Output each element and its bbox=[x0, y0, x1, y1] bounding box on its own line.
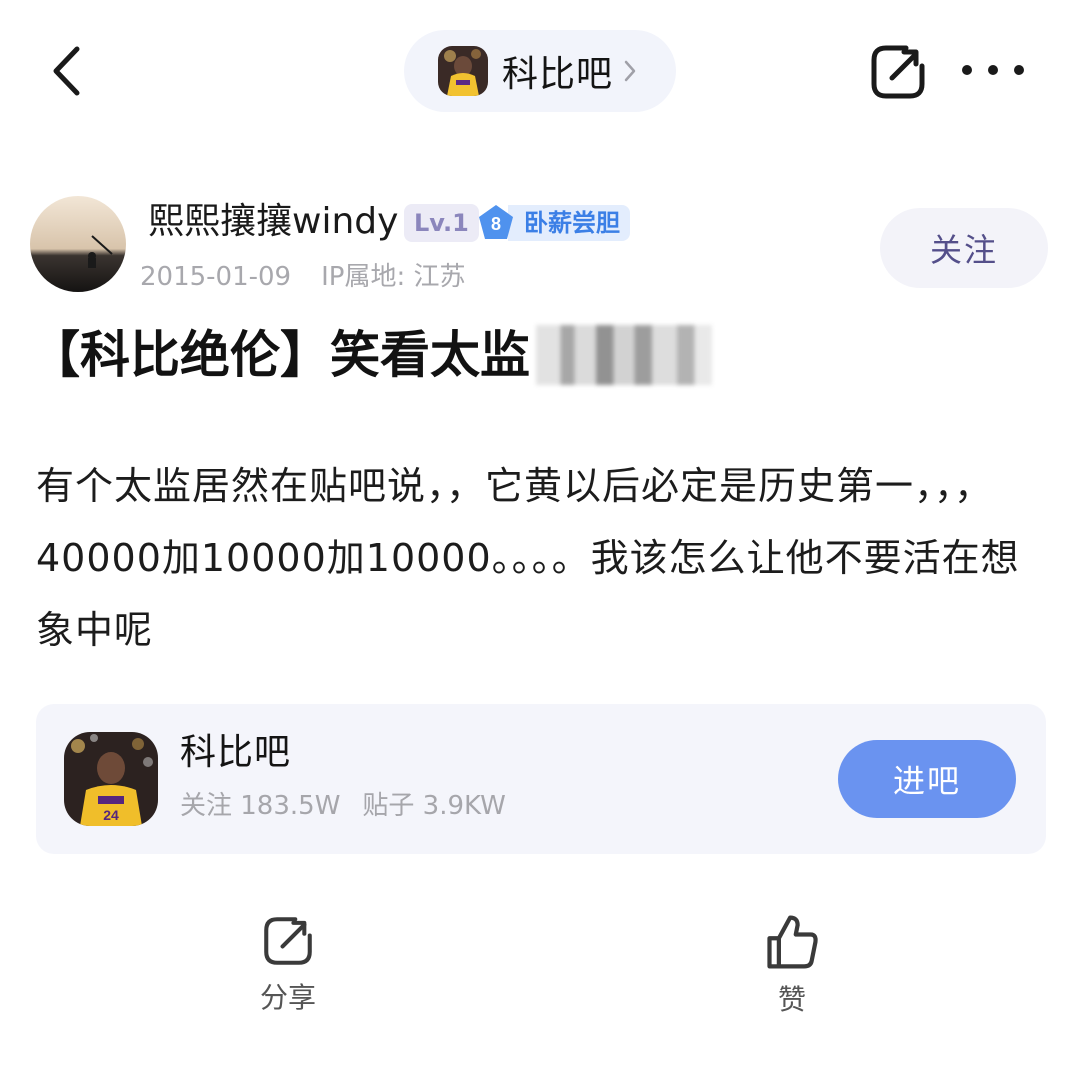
forum-card-avatar: 24 bbox=[64, 732, 158, 826]
more-options-button[interactable] bbox=[962, 50, 1024, 90]
post-date: 2015-01-09 bbox=[140, 262, 292, 292]
author-avatar[interactable] bbox=[30, 196, 126, 292]
forum-card-stats: 关注 183.5W 贴子 3.9KW bbox=[180, 788, 506, 824]
enter-forum-button[interactable]: 进吧 bbox=[838, 740, 1016, 818]
forum-posts: 贴子 3.9KW bbox=[362, 791, 506, 821]
share-icon bbox=[264, 917, 312, 965]
level-badge: Lv.1 bbox=[404, 204, 479, 242]
svg-text:24: 24 bbox=[103, 807, 119, 823]
author-name[interactable]: 熙熙攘攘windy bbox=[148, 200, 398, 244]
like-label: 赞 bbox=[777, 983, 806, 1016]
share-button-top[interactable] bbox=[866, 40, 930, 104]
honor-badge: 8 卧薪尝胆 bbox=[476, 203, 630, 243]
post-title-text: 【科比绝伦】笑看太监 bbox=[30, 326, 530, 384]
ip-location: IP属地: 江苏 bbox=[321, 262, 466, 292]
badge-title: 卧薪尝胆 bbox=[508, 205, 630, 241]
forum-pill-button[interactable]: 科比吧 bbox=[404, 30, 676, 112]
forum-followers: 关注 183.5W bbox=[180, 791, 341, 821]
share-label: 分享 bbox=[259, 981, 316, 1014]
post-meta: 2015-01-09 IP属地: 江苏 bbox=[140, 258, 465, 296]
forum-name: 科比吧 bbox=[502, 54, 614, 95]
more-dot bbox=[1014, 65, 1024, 75]
post-body: 有个太监居然在贴吧说，，它黄以后必定是历史第一，，，40000加10000加10… bbox=[36, 464, 1020, 652]
chevron-right-icon bbox=[623, 59, 637, 83]
forum-avatar-icon bbox=[438, 46, 488, 96]
chevron-left-icon bbox=[53, 46, 80, 96]
back-button[interactable] bbox=[36, 38, 96, 104]
thumbs-up-icon bbox=[767, 915, 818, 969]
post-title: 【科比绝伦】笑看太监 bbox=[30, 318, 712, 392]
top-bar: 科比吧 bbox=[0, 0, 1080, 140]
like-action[interactable]: 赞 bbox=[722, 912, 862, 1022]
forum-card-name: 科比吧 bbox=[180, 732, 292, 773]
follow-button[interactable]: 关注 bbox=[880, 208, 1048, 288]
share-icon bbox=[871, 45, 925, 99]
more-dot bbox=[988, 65, 998, 75]
badge-number: 8 bbox=[491, 214, 501, 234]
more-dots-icon bbox=[962, 65, 972, 75]
share-action[interactable]: 分享 bbox=[218, 912, 358, 1022]
forum-card[interactable]: 24 科比吧 关注 183.5W 贴子 3.9KW 进吧 bbox=[36, 704, 1046, 854]
redacted-mosaic bbox=[536, 325, 712, 385]
diamond-medal-icon: 8 bbox=[479, 205, 513, 239]
